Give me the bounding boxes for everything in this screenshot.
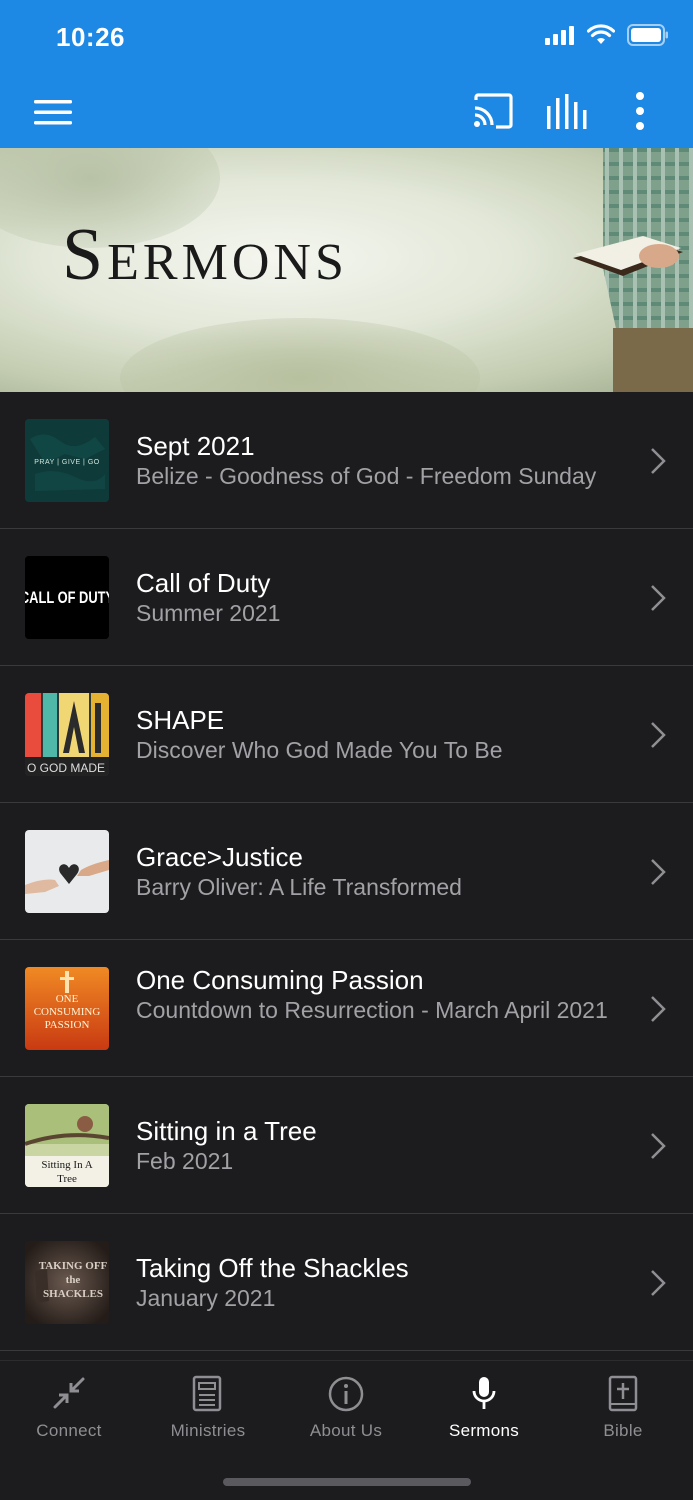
tab-label: About Us <box>309 1421 383 1440</box>
sermon-subtitle: Barry Oliver: A Life Transformed <box>136 874 462 900</box>
tab-sermons[interactable]: Sermons <box>415 1361 553 1461</box>
tab-connect[interactable]: Connect <box>0 1361 138 1461</box>
sermon-row[interactable]: O GOD MADE SHAPE Discover Who God Made Y… <box>0 666 693 803</box>
thumb-text: PRAY | GIVE | GO <box>34 459 100 466</box>
sermon-thumbnail: Sitting In A Tree <box>25 1104 109 1187</box>
tab-label: Bible <box>603 1421 643 1440</box>
sermon-row[interactable]: CALL OF DUTY Call of Duty Summer 2021 <box>0 529 693 666</box>
sermon-title: Sept 2021 <box>136 431 255 461</box>
sermon-thumbnail: PRAY | GIVE | GO <box>25 419 109 502</box>
tab-label: Connect <box>36 1421 102 1440</box>
sermon-row[interactable]: Sitting In A Tree Sitting in a Tree Feb … <box>0 1077 693 1214</box>
thumb-text: CALL OF DUTY <box>25 590 109 608</box>
more-vert-icon[interactable] <box>626 90 654 134</box>
ministries-icon <box>192 1375 222 1412</box>
sermon-title: Taking Off the Shackles <box>136 1253 409 1283</box>
menu-icon[interactable] <box>34 96 72 128</box>
sermon-thumbnail: CALL OF DUTY <box>25 556 109 639</box>
chevron-right-icon <box>651 996 666 1022</box>
sermon-row[interactable]: Grace>Justice Barry Oliver: A Life Trans… <box>0 803 693 940</box>
sermon-subtitle: Feb 2021 <box>136 1148 234 1174</box>
sermon-title: SHAPE <box>136 705 225 735</box>
chevron-right-icon <box>651 722 666 748</box>
sermon-title: One Consuming Passion <box>136 965 424 995</box>
sermon-row[interactable]: PRAY | GIVE | GO Sept 2021 Belize - Good… <box>0 392 693 529</box>
sermon-title: Call of Duty <box>136 568 271 598</box>
tab-label: Sermons <box>448 1421 520 1440</box>
microphone-icon <box>472 1377 496 1409</box>
sermon-thumbnail <box>25 830 109 913</box>
banner-title: Sermons <box>62 214 348 296</box>
app-bar <box>0 76 693 148</box>
cast-icon[interactable] <box>472 92 514 130</box>
sermon-title: Sitting in a Tree <box>136 1116 317 1146</box>
sermon-thumbnail: O GOD MADE <box>25 693 109 776</box>
connect-icon <box>53 1377 85 1409</box>
battery-icon <box>627 24 668 46</box>
sermons-banner: Sermons <box>0 148 693 392</box>
sermon-subtitle: January 2021 <box>136 1285 276 1311</box>
tab-about-us[interactable]: About Us <box>277 1361 415 1461</box>
bible-icon <box>608 1375 638 1412</box>
sermons-list: PRAY | GIVE | GO Sept 2021 Belize - Good… <box>0 392 693 1360</box>
man-with-bible-image <box>573 148 693 392</box>
sermon-thumbnail: ONE CONSUMING PASSION <box>25 967 109 1050</box>
tab-label: Ministries <box>170 1421 246 1440</box>
sermon-subtitle: Countdown to Resurrection - March April … <box>136 997 608 1023</box>
home-indicator <box>223 1478 471 1486</box>
chevron-right-icon <box>651 448 666 474</box>
chevron-right-icon <box>651 859 666 885</box>
equalizer-icon[interactable] <box>544 92 590 132</box>
sermon-subtitle: Discover Who God Made You To Be <box>136 737 503 763</box>
status-time: 10:26 <box>56 22 125 52</box>
sermon-row[interactable]: ONE CONSUMING PASSION One Consuming Pass… <box>0 940 693 1077</box>
chevron-right-icon <box>651 1270 666 1296</box>
status-bar: 10:26 <box>0 0 693 76</box>
wifi-icon <box>587 24 615 44</box>
sermon-thumbnail: TAKING OFF the SHACKLES <box>25 1241 109 1324</box>
sermon-subtitle: Belize - Goodness of God - Freedom Sunda… <box>136 463 597 489</box>
thumb-text: O GOD MADE <box>27 761 105 775</box>
tab-bible[interactable]: Bible <box>554 1361 692 1461</box>
sermon-row[interactable]: TAKING OFF the SHACKLES Taking Off the S… <box>0 1214 693 1351</box>
chevron-right-icon <box>651 585 666 611</box>
thumb-text: TAKING OFF the SHACKLES <box>38 1260 108 1300</box>
sermon-title: Grace>Justice <box>136 842 303 872</box>
cellular-signal-icon <box>545 26 574 45</box>
thumb-text: ONE CONSUMING PASSION <box>33 993 101 1031</box>
sermon-subtitle: Summer 2021 <box>136 600 281 626</box>
chevron-right-icon <box>651 1133 666 1159</box>
thumb-text: Sitting In A Tree <box>41 1159 93 1185</box>
tab-ministries[interactable]: Ministries <box>139 1361 277 1461</box>
info-icon <box>328 1376 364 1412</box>
status-icons <box>545 24 669 46</box>
